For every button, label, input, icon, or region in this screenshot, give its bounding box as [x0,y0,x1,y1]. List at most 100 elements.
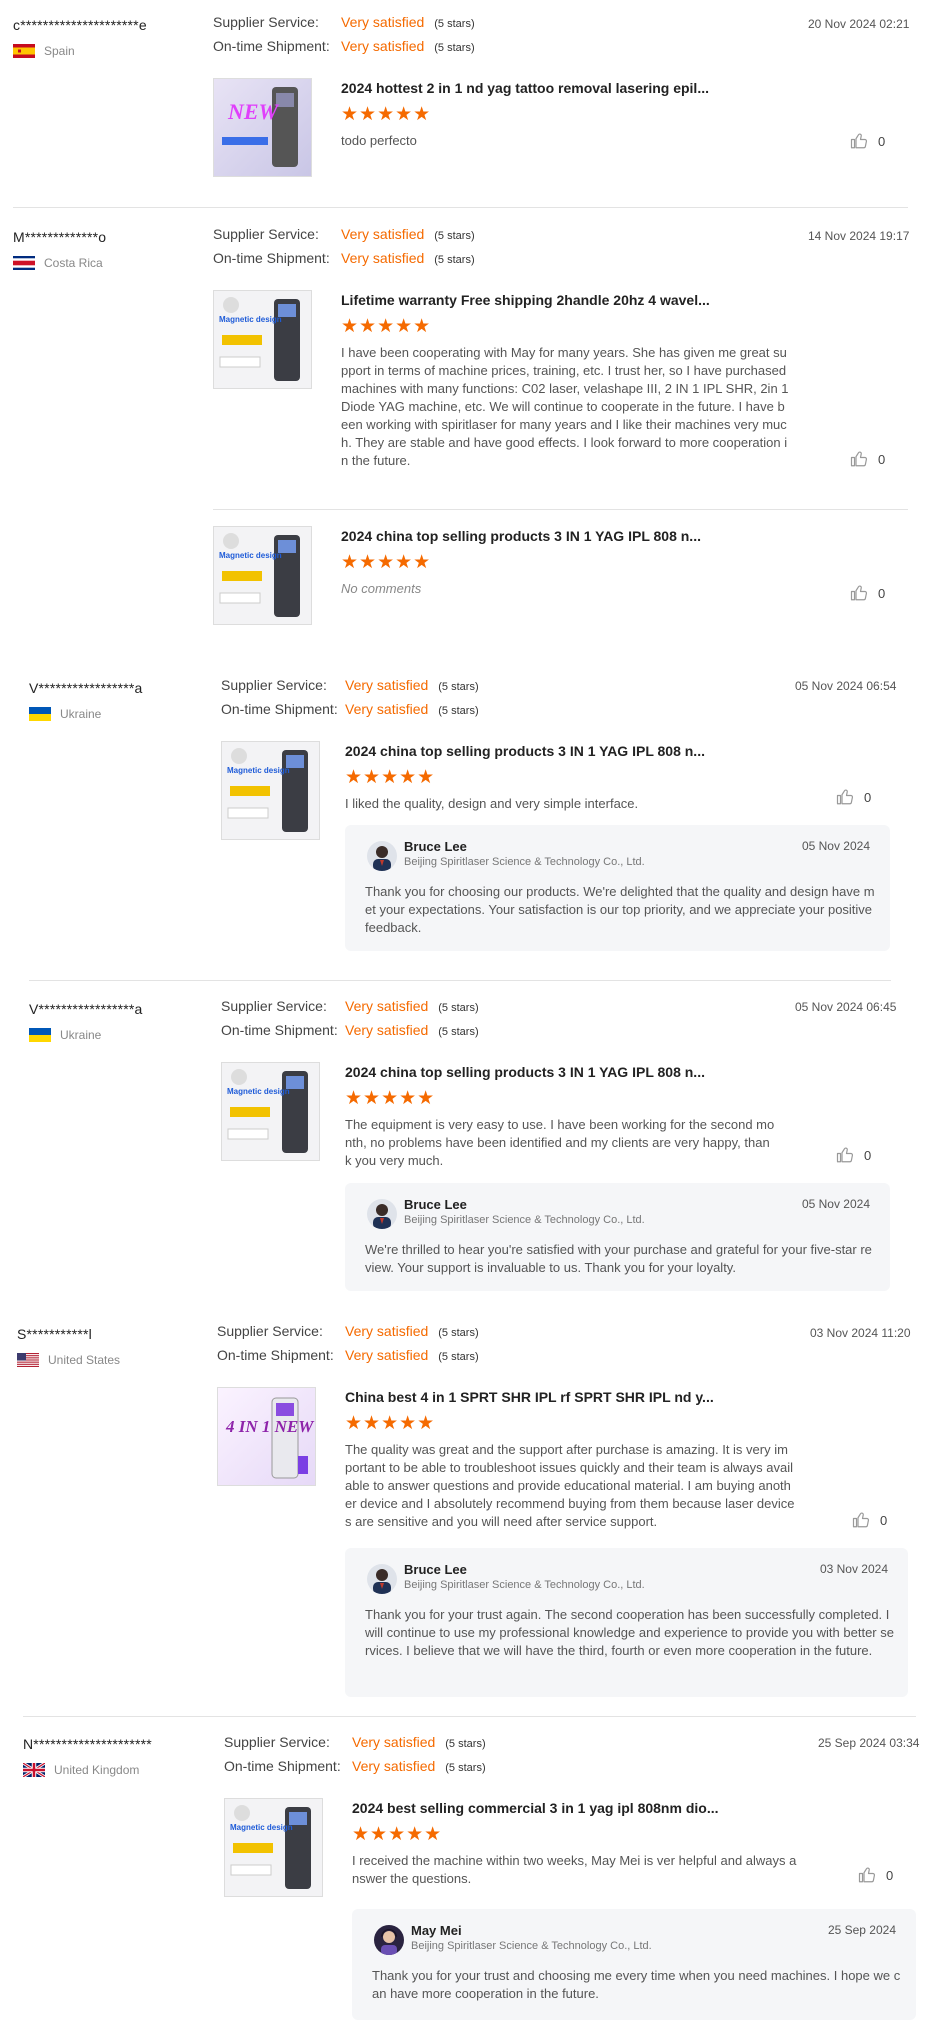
product-title-link[interactable]: 2024 china top selling products 3 IN 1 Y… [345,1064,775,1080]
supplier-service-rating: Supplier Service: Very satisfied (5 star… [221,677,479,693]
thumbs-up-icon [850,585,868,601]
review-comment: I received the machine within two weeks,… [352,1853,797,1886]
reviewer-name: V*****************a [29,1001,143,1017]
product-title-link[interactable]: 2024 best selling commercial 3 in 1 yag … [352,1800,802,1816]
ontime-shipment-rating: On-time Shipment: Very satisfied (5 star… [224,1758,486,1774]
product-thumbnail[interactable]: Magnetic design [221,1062,320,1161]
reply-text: Thank you for your trust and choosing me… [372,1968,901,2001]
like-button[interactable]: 0 [852,1511,887,1529]
ukraine-flag-icon [29,707,51,721]
reply-company: Beijing Spiritlaser Science & Technology… [404,1579,645,1591]
reply-author: Bruce Lee [404,1197,467,1212]
review-content: Supplier Service: Very satisfied (5 star… [224,1734,802,1897]
svg-text:NEW: NEW [227,99,280,124]
product-thumbnail[interactable]: Magnetic design [221,741,320,840]
review-divider [29,980,891,981]
avatar [367,1199,397,1229]
supplier-service-rating: Supplier Service: Very satisfied (5 star… [213,226,475,242]
country-name: Ukraine [60,1028,102,1042]
product-thumbnail[interactable]: 4 IN 1 NEW [217,1387,316,1486]
ontime-shipment-rating: On-time Shipment: Very satisfied (5 star… [213,250,475,266]
product-title-link[interactable]: 2024 hottest 2 in 1 nd yag tattoo remova… [341,80,791,96]
reviewer-info: S***********l United States [17,1326,120,1367]
product-title-link[interactable]: 2024 china top selling products 3 IN 1 Y… [345,743,795,759]
spain-flag-icon [13,44,35,58]
supplier-service-rating: Supplier Service: Very satisfied (5 star… [221,998,479,1014]
product-thumbnail[interactable]: Magnetic design [213,290,312,389]
reviewer-name: N********************* [23,1736,152,1752]
reviewer-name: M*************o [13,229,107,245]
product-review: 4 IN 1 NEW China best 4 in 1 SPRT SHR IP… [217,1387,795,1531]
product-title-link[interactable]: 2024 china top selling products 3 IN 1 Y… [341,528,791,544]
review-content: Supplier Service: Very satisfied (5 star… [221,677,795,840]
supplier-service-rating: Supplier Service: Very satisfied (5 star… [213,14,475,30]
reviewer-country: United States [17,1353,120,1367]
country-name: Spain [44,44,75,58]
product-star-rating: ★★★★★ [345,1413,436,1434]
country-name: United Kingdom [54,1763,140,1777]
reply-author: Bruce Lee [404,839,467,854]
reviewer-country: United Kingdom [23,1763,152,1777]
like-button[interactable]: 0 [858,1866,893,1884]
review-comment: I have been cooperating with May for man… [341,345,789,468]
like-button[interactable]: 0 [836,788,871,806]
country-name: Ukraine [60,707,102,721]
like-count: 0 [864,789,872,805]
product-thumbnail[interactable]: Magnetic design [213,526,312,625]
review-content: Magnetic design 2024 china top selling p… [213,510,791,625]
product-review: Magnetic design 2024 best selling commer… [224,1798,802,1897]
like-button[interactable]: 0 [850,450,885,468]
product-title-link[interactable]: China best 4 in 1 SPRT SHR IPL rf SPRT S… [345,1389,795,1405]
review-comment: No comments [341,581,422,596]
reviewer-info: c*********************e Spain [13,17,147,58]
product-review: NEW 2024 hottest 2 in 1 nd yag tattoo re… [213,78,791,177]
like-count: 0 [878,585,886,601]
reply-text: Thank you for your trust again. The seco… [365,1607,894,1658]
like-count: 0 [878,451,886,467]
like-button[interactable]: 0 [850,584,885,602]
like-count: 0 [880,1512,888,1528]
ukraine-flag-icon [29,1028,51,1042]
reply-date: 03 Nov 2024 [819,1562,888,1576]
svg-text:Magnetic design: Magnetic design [227,766,290,775]
product-thumbnail[interactable]: NEW [213,78,312,177]
review-content: Supplier Service: Very satisfied (5 star… [213,14,791,177]
ontime-shipment-rating: On-time Shipment: Very satisfied (5 star… [221,1022,479,1038]
like-button[interactable]: 0 [836,1146,871,1164]
svg-text:4 IN 1 NEW: 4 IN 1 NEW [225,1417,315,1436]
supplier-reply: Bruce Lee Beijing Spiritlaser Science & … [345,1548,908,1697]
reviewer-info: V*****************a Ukraine [29,1001,143,1042]
reply-date: 25 Sep 2024 [827,1923,896,1937]
reply-date: 05 Nov 2024 [801,839,870,853]
uk-flag-icon [23,1763,45,1777]
product-title-link[interactable]: Lifetime warranty Free shipping 2handle … [341,292,791,308]
product-review: Magnetic design 2024 china top selling p… [221,741,795,840]
thumbs-up-icon [836,789,854,805]
product-star-rating: ★★★★★ [341,104,432,125]
reviewer-country: Costa Rica [13,256,106,270]
supplier-service-rating: Supplier Service: Very satisfied (5 star… [217,1323,479,1339]
svg-text:Magnetic design: Magnetic design [219,315,282,324]
svg-text:Magnetic design: Magnetic design [219,551,282,560]
reviewer-name: V*****************a [29,680,143,696]
thumbs-up-icon [852,1512,870,1528]
product-star-rating: ★★★★★ [345,767,436,788]
reply-company: Beijing Spiritlaser Science & Technology… [404,1214,645,1226]
review-comment: The equipment is very easy to use. I hav… [345,1117,775,1168]
product-star-rating: ★★★★★ [341,316,432,337]
product-star-rating: ★★★★★ [345,1088,436,1109]
reply-company: Beijing Spiritlaser Science & Technology… [411,1940,652,1952]
supplier-service-rating: Supplier Service: Very satisfied (5 star… [224,1734,486,1750]
like-count: 0 [886,1867,894,1883]
like-button[interactable]: 0 [850,132,885,150]
review-date: 05 Nov 2024 06:54 [795,679,897,693]
review-date: 14 Nov 2024 19:17 [808,229,910,243]
review-divider [13,207,908,208]
svg-text:Magnetic design: Magnetic design [230,1823,293,1832]
like-count: 0 [864,1147,872,1163]
review-comment: I liked the quality, design and very sim… [345,796,639,811]
supplier-reply: Bruce Lee Beijing Spiritlaser Science & … [345,1183,890,1291]
country-name: United States [48,1353,121,1367]
product-thumbnail[interactable]: Magnetic design [224,1798,323,1897]
review-content: Supplier Service: Very satisfied (5 star… [221,998,775,1170]
